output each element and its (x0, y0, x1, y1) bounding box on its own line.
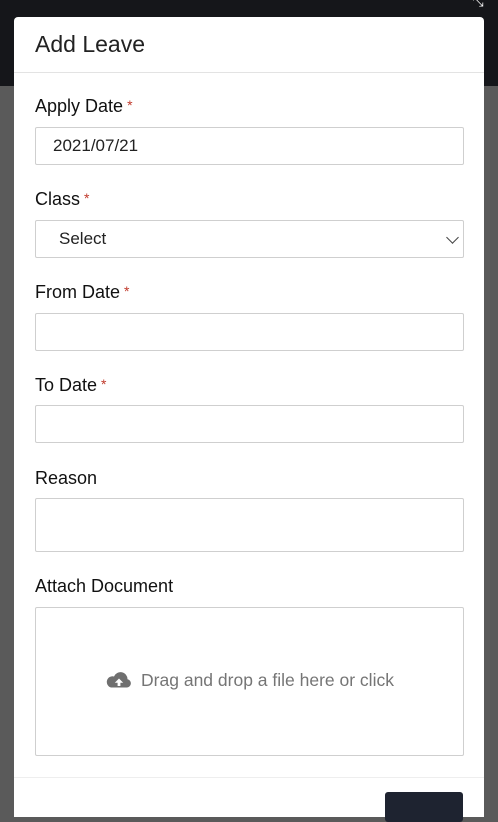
reason-label: Reason (35, 468, 97, 489)
class-select-value: Select (59, 229, 107, 248)
chevron-down-icon (446, 231, 459, 244)
dropzone-text: Drag and drop a file here or click (141, 670, 394, 690)
required-marker: * (124, 283, 130, 299)
submit-button[interactable] (385, 792, 463, 822)
required-marker: * (127, 97, 133, 113)
attach-document-label: Attach Document (35, 576, 173, 597)
to-date-input[interactable] (35, 405, 464, 443)
apply-date-label: Apply Date * (35, 96, 133, 117)
attach-document-label-text: Attach Document (35, 576, 174, 596)
from-date-label-text: From Date (35, 282, 121, 302)
class-label-text: Class (35, 189, 81, 209)
modal-header: Add Leave (14, 17, 484, 73)
from-date-label: From Date * (35, 282, 129, 303)
expand-icon[interactable]: ⤡ (468, 0, 488, 8)
to-date-label-text: To Date (35, 375, 98, 395)
class-label: Class * (35, 189, 89, 210)
reason-textarea[interactable] (35, 498, 464, 552)
required-marker: * (84, 190, 90, 206)
from-date-input[interactable] (35, 313, 464, 351)
modal-footer-divider (14, 777, 484, 778)
apply-date-value: 2021/07/21 (53, 136, 139, 155)
reason-label-text: Reason (35, 468, 98, 488)
apply-date-input[interactable]: 2021/07/21 (35, 127, 464, 165)
to-date-label: To Date * (35, 375, 107, 396)
required-marker: * (101, 376, 107, 392)
add-leave-modal: Add Leave Apply Date * 2021/07/21 Class * … (14, 17, 484, 822)
file-dropzone[interactable]: Drag and drop a file here or click (35, 607, 464, 756)
modal-title: Add Leave (35, 31, 145, 57)
apply-date-label-text: Apply Date (35, 96, 124, 116)
cloud-upload-icon (106, 671, 131, 687)
dropzone-content: Drag and drop a file here or click (36, 670, 463, 691)
class-select[interactable]: Select (35, 220, 464, 258)
